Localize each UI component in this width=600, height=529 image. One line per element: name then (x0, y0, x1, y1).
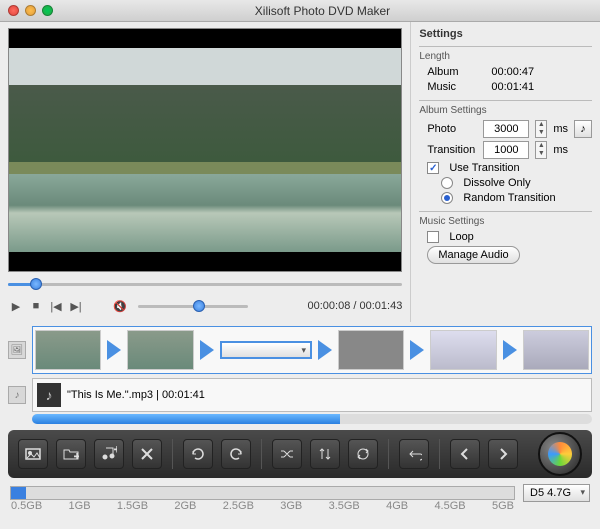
album-settings-label: Album Settings (419, 105, 592, 116)
length-group: Length Album 00:00:47 Music 00:01:41 (419, 46, 592, 96)
svg-text:+: + (114, 446, 117, 456)
transition-icon[interactable] (103, 330, 125, 370)
music-length-value: 00:01:41 (483, 81, 534, 93)
album-length-value: 00:00:47 (483, 66, 534, 78)
loop-checkbox[interactable] (427, 231, 439, 243)
transition-icon[interactable] (499, 330, 521, 370)
use-transition-checkbox[interactable] (427, 162, 439, 174)
add-folder-button[interactable]: + (56, 439, 86, 469)
play-button[interactable]: ▶ (8, 298, 24, 314)
transition-icon[interactable] (314, 330, 336, 370)
window-title: Xilisoft Photo DVD Maker (53, 4, 592, 18)
photo-strip-row: 🖼 (8, 326, 592, 374)
rotate-cw-button[interactable] (221, 439, 251, 469)
volume-slider[interactable] (138, 300, 248, 312)
length-label: Length (419, 51, 592, 62)
photo-duration-input[interactable] (483, 120, 529, 138)
dissolve-only-label: Dissolve Only (463, 177, 530, 189)
close-icon[interactable] (8, 5, 19, 16)
timeline-thumb[interactable] (127, 330, 193, 370)
add-image-button[interactable] (18, 439, 48, 469)
transition-icon[interactable] (196, 330, 218, 370)
loop-label: Loop (449, 231, 473, 243)
album-length-label: Album (419, 66, 477, 78)
main-toolbar: + + (8, 430, 592, 478)
image-icon[interactable]: 🖼 (8, 341, 26, 359)
transition-icon[interactable] (406, 330, 428, 370)
timeline-thumb[interactable] (430, 330, 496, 370)
photo-stepper[interactable]: ▲▼ (535, 120, 547, 138)
photo-unit: ms (553, 123, 568, 135)
disc-type-select[interactable]: D5 4.7G (523, 484, 590, 502)
preview-panel: ▶ ■ |◀ ▶| 🔇 00:00:08 / 00:01:43 (0, 22, 410, 322)
prev-button[interactable]: |◀ (48, 298, 64, 314)
settings-heading: Settings (419, 28, 592, 40)
random-transition-radio[interactable] (441, 192, 453, 204)
refresh-button[interactable] (348, 439, 378, 469)
disc-ticks: 0.5GB1GB1.5GB2GB2.5GB3GB3.5GB4GB4.5GB5GB (11, 499, 514, 512)
undo-button[interactable] (399, 439, 429, 469)
next-button[interactable]: ▶| (68, 298, 84, 314)
timeline-thumb[interactable] (338, 330, 404, 370)
add-music-button[interactable]: + (94, 439, 124, 469)
transition-label: Transition (419, 144, 477, 156)
timeline-thumb[interactable] (220, 341, 312, 359)
transition-stepper[interactable]: ▲▼ (535, 141, 547, 159)
audio-progress[interactable] (32, 414, 592, 424)
music-note-button[interactable]: ♪ (574, 120, 592, 138)
music-icon[interactable]: ♪ (8, 386, 26, 404)
random-transition-label: Random Transition (463, 192, 555, 204)
use-transition-label: Use Transition (449, 162, 519, 174)
audio-track-label: "This Is Me.".mp3 | 00:01:41 (67, 389, 205, 401)
zoom-icon[interactable] (42, 5, 53, 16)
window-controls (8, 5, 53, 16)
timeline-thumb[interactable] (35, 330, 101, 370)
burn-button[interactable] (538, 432, 582, 476)
music-length-label: Music (419, 81, 477, 93)
photo-label: Photo (419, 123, 477, 135)
transition-duration-input[interactable] (483, 141, 529, 159)
svg-text:+: + (74, 451, 79, 462)
audio-file-icon: ♪ (37, 383, 61, 407)
shuffle-button[interactable] (272, 439, 302, 469)
audio-track-bar[interactable]: ♪ "This Is Me.".mp3 | 00:01:41 (32, 378, 592, 412)
disc-usage-bar: 0.5GB1GB1.5GB2GB2.5GB3GB3.5GB4GB4.5GB5GB (10, 486, 515, 500)
music-settings-label: Music Settings (419, 216, 592, 227)
transition-unit: ms (553, 144, 568, 156)
titlebar: Xilisoft Photo DVD Maker (0, 0, 600, 22)
timeline-thumb[interactable] (523, 330, 589, 370)
move-right-button[interactable] (488, 439, 518, 469)
minimize-icon[interactable] (25, 5, 36, 16)
photo-timeline[interactable] (32, 326, 592, 374)
manage-audio-button[interactable]: Manage Audio (427, 246, 519, 264)
album-settings-group: Album Settings Photo ▲▼ ms ♪ Transition … (419, 100, 592, 207)
music-settings-group: Music Settings Loop Manage Audio (419, 211, 592, 267)
delete-button[interactable] (132, 439, 162, 469)
seek-slider[interactable] (8, 276, 402, 292)
audio-strip-row: ♪ ♪ "This Is Me.".mp3 | 00:01:41 (8, 378, 592, 412)
rotate-ccw-button[interactable] (183, 439, 213, 469)
mute-button[interactable]: 🔇 (112, 298, 128, 314)
move-left-button[interactable] (450, 439, 480, 469)
video-preview[interactable] (8, 28, 402, 272)
playback-time: 00:00:08 / 00:01:43 (308, 300, 403, 312)
dissolve-only-radio[interactable] (441, 177, 453, 189)
sort-button[interactable] (310, 439, 340, 469)
stop-button[interactable]: ■ (28, 298, 44, 314)
settings-panel: Settings Length Album 00:00:47 Music 00:01… (410, 22, 600, 322)
